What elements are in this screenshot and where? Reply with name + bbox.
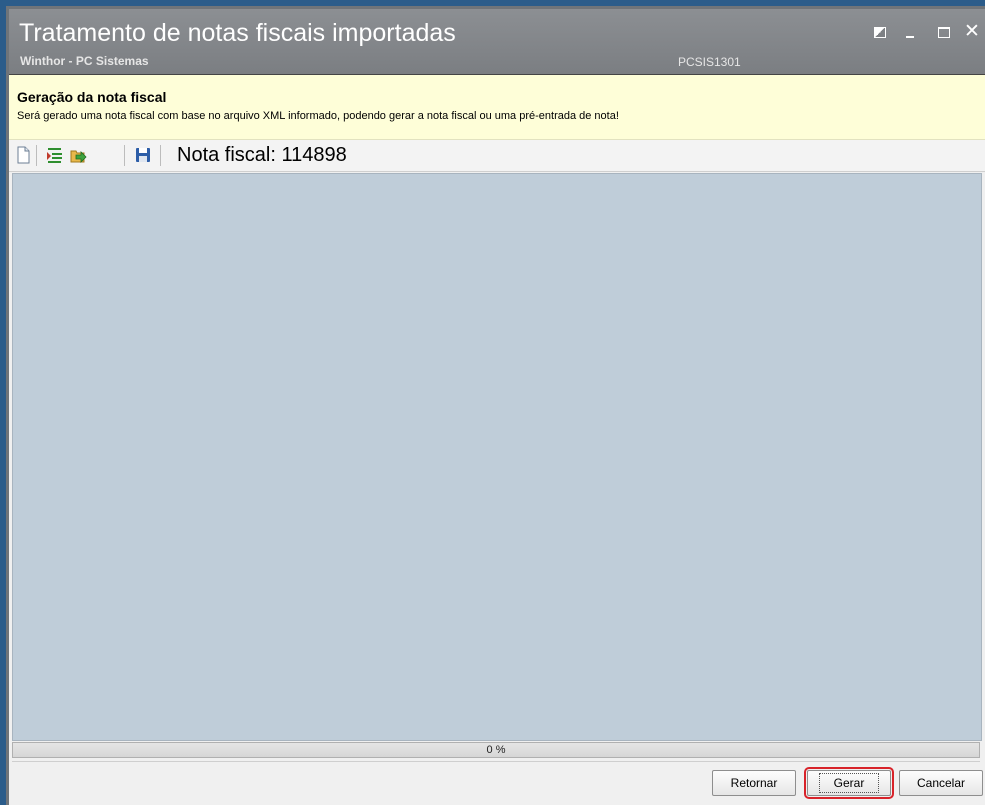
retornar-button-label: Retornar (730, 776, 778, 790)
cancelar-button-label: Cancelar (916, 776, 966, 790)
title-bar[interactable]: Tratamento de notas fiscais importadas W… (9, 9, 985, 75)
toolbar-separator (124, 145, 125, 166)
progress-text: 0 % (486, 744, 506, 756)
routine-code: PCSIS1301 (678, 55, 741, 69)
cancelar-button[interactable]: Cancelar (899, 770, 983, 796)
window-subtitle: Winthor - PC Sistemas (20, 54, 149, 68)
minimize-icon[interactable] (906, 36, 914, 38)
main-window: Tratamento de notas fiscais importadas W… (6, 6, 985, 805)
new-document-icon[interactable] (14, 146, 32, 164)
content-area (12, 173, 982, 741)
import-icon[interactable] (46, 146, 64, 164)
info-panel: Geração da nota fiscal Será gerado uma n… (9, 75, 985, 140)
close-icon[interactable]: ✕ (964, 20, 980, 43)
nota-fiscal-label: Nota fiscal: 114898 (177, 144, 347, 166)
toolbar-separator (36, 145, 37, 166)
gerar-button-label: Gerar (818, 773, 880, 793)
gerar-button[interactable]: Gerar (804, 767, 894, 799)
toolbar: Nota fiscal: 114898 (9, 140, 985, 172)
button-bar: Retornar Gerar Cancelar (12, 761, 983, 802)
toolbar-separator (160, 145, 161, 166)
window-title: Tratamento de notas fiscais importadas (19, 19, 456, 47)
maximize-icon[interactable] (938, 27, 950, 38)
progress-bar: 0 % (12, 742, 980, 758)
export-icon[interactable] (69, 146, 87, 164)
info-heading: Geração da nota fiscal (17, 89, 167, 105)
save-icon[interactable] (134, 146, 152, 164)
restore-icon[interactable] (874, 27, 886, 38)
info-text: Será gerado uma nota fiscal com base no … (17, 110, 619, 122)
retornar-button[interactable]: Retornar (712, 770, 796, 796)
